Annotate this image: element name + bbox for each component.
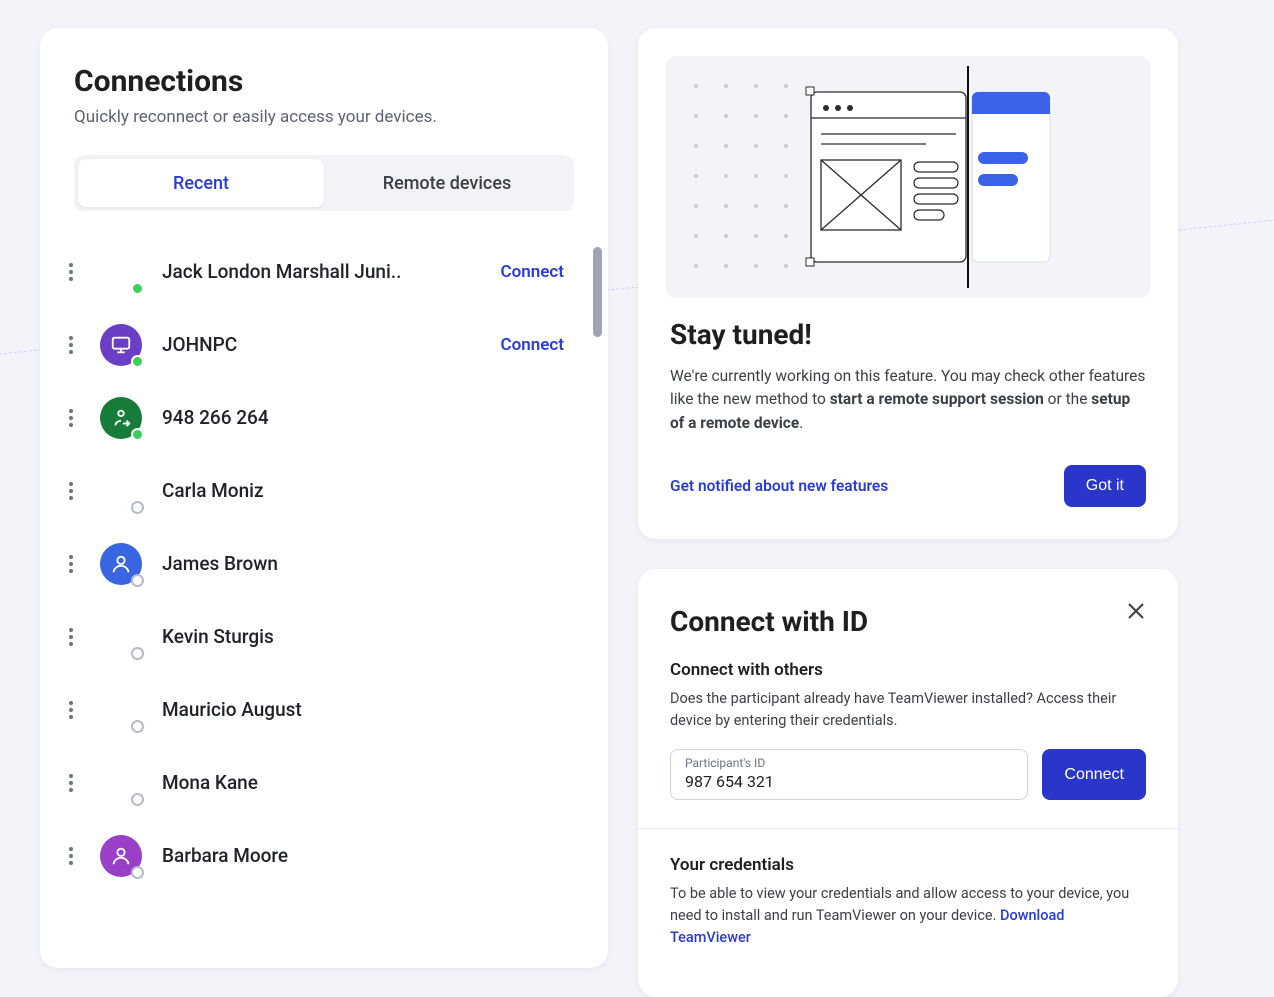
more-icon[interactable] (56, 263, 86, 281)
connection-name: James Brown (156, 552, 568, 575)
presence-indicator (131, 574, 144, 587)
presence-indicator (131, 501, 144, 514)
presence-indicator (131, 866, 144, 879)
connection-name: Carla Moniz (156, 479, 568, 502)
connection-row[interactable]: Kevin Sturgis (56, 600, 568, 673)
connection-row[interactable]: Mauricio August (56, 673, 568, 746)
tab-remote-devices[interactable]: Remote devices (324, 159, 570, 207)
connection-name: 948 266 264 (156, 406, 568, 429)
connections-title: Connections (40, 64, 608, 107)
more-icon[interactable] (56, 482, 86, 500)
connections-list: Jack London Marshall Juni..ConnectJOHNPC… (40, 235, 608, 892)
connection-name: Barbara Moore (156, 844, 568, 867)
stay-tuned-title: Stay tuned! (670, 318, 1146, 351)
divider (638, 828, 1178, 829)
connect-others-heading: Connect with others (670, 660, 1146, 680)
connection-row[interactable]: Barbara Moore (56, 819, 568, 892)
participant-id-label: Participant's ID (685, 756, 1013, 770)
credentials-body: To be able to view your credentials and … (670, 883, 1146, 948)
more-icon[interactable] (56, 555, 86, 573)
notify-link[interactable]: Get notified about new features (670, 477, 888, 495)
more-icon[interactable] (56, 628, 86, 646)
participant-id-field[interactable]: Participant's ID (670, 749, 1028, 800)
more-icon[interactable] (56, 701, 86, 719)
connect-id-title: Connect with ID (670, 605, 1146, 638)
presence-indicator (131, 282, 144, 295)
connection-row[interactable]: James Brown (56, 527, 568, 600)
more-icon[interactable] (56, 409, 86, 427)
connection-name: Mona Kane (156, 771, 568, 794)
scrollbar[interactable] (593, 247, 602, 337)
presence-indicator (131, 428, 144, 441)
presence-indicator (131, 793, 144, 806)
stay-tuned-illustration (666, 56, 1150, 298)
connection-row[interactable]: Carla Moniz (56, 454, 568, 527)
close-icon[interactable] (1124, 599, 1148, 623)
connection-row[interactable]: Jack London Marshall Juni.. Connect (56, 235, 568, 308)
connection-name: Mauricio August (156, 698, 568, 721)
connect-link[interactable]: Connect (497, 329, 568, 361)
connections-tabs: Recent Remote devices (74, 155, 574, 211)
connection-row[interactable]: 948 266 264 (56, 381, 568, 454)
connect-others-body: Does the participant already have TeamVi… (670, 688, 1146, 732)
connection-name: Jack London Marshall Juni.. (156, 260, 483, 283)
got-it-button[interactable]: Got it (1064, 465, 1146, 507)
connections-subtitle: Quickly reconnect or easily access your … (40, 107, 608, 155)
presence-indicator (131, 355, 144, 368)
participant-id-input[interactable] (685, 772, 1013, 791)
credentials-heading: Your credentials (670, 855, 1146, 875)
more-icon[interactable] (56, 336, 86, 354)
connect-link[interactable]: Connect (497, 256, 568, 288)
tab-recent[interactable]: Recent (78, 159, 324, 207)
connections-card: Connections Quickly reconnect or easily … (40, 28, 608, 968)
connect-button[interactable]: Connect (1042, 749, 1146, 800)
connection-row[interactable]: Mona Kane (56, 746, 568, 819)
connect-with-id-card: Connect with ID Connect with others Does… (638, 569, 1178, 997)
presence-indicator (131, 647, 144, 660)
connection-name: Kevin Sturgis (156, 625, 568, 648)
connection-row[interactable]: JOHNPC Connect (56, 308, 568, 381)
more-icon[interactable] (56, 847, 86, 865)
stay-tuned-body: We're currently working on this feature.… (670, 365, 1146, 435)
stay-tuned-card: Stay tuned! We're currently working on t… (638, 28, 1178, 539)
connection-name: JOHNPC (156, 333, 483, 356)
more-icon[interactable] (56, 774, 86, 792)
presence-indicator (131, 720, 144, 733)
